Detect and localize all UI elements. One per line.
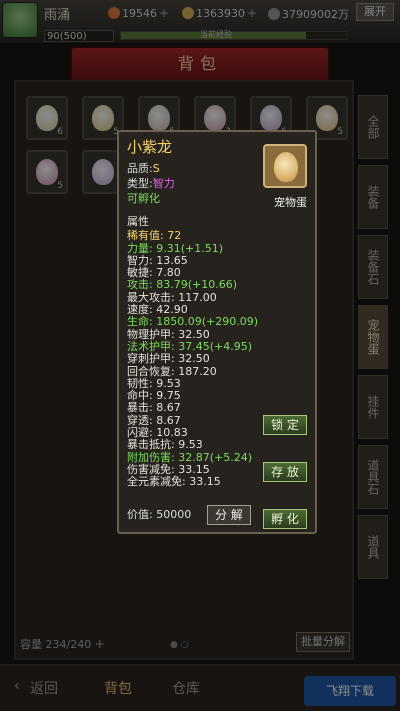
attr-row: 暴击抵抗: 9.53 — [127, 438, 203, 452]
attr-row: 暴击: 8.67 — [127, 401, 181, 415]
attr-header: 属性 — [127, 215, 149, 228]
quality-value: S — [152, 162, 160, 175]
pet-type-label: 宠物蛋 — [274, 196, 307, 209]
store-button[interactable]: 存 放 — [263, 462, 307, 482]
attr-row: 稀有值: 72 — [127, 229, 182, 243]
price-value: 50000 — [156, 508, 192, 521]
type-label: 类型: — [127, 177, 153, 190]
quality-label: 品质: — [127, 162, 153, 175]
attr-row: 回合恢复: 187.20 — [127, 364, 217, 378]
lock-button[interactable]: 锁 定 — [263, 415, 307, 435]
attribute-list: 属性 稀有值: 72 力量: 9.31(+1.51) 智力: 13.65 敏捷: 7.… — [127, 215, 307, 489]
hatch-button[interactable]: 孵 化 — [263, 509, 307, 529]
price-label: 价值: — [127, 508, 153, 521]
attr-row: 生命: 1850.09(+290.09) — [127, 315, 258, 329]
attr-row: 攻击: 83.79(+10.66) — [127, 278, 237, 292]
attr-row: 穿刺护甲: 32.50 — [127, 352, 210, 366]
price: 价值: 50000 — [127, 506, 191, 522]
type-value: 智力 — [152, 177, 175, 190]
split-button[interactable]: 分 解 — [207, 505, 251, 525]
item-detail-popup: 小紫龙 品质:S 类型:智力 可孵化 宠物蛋 属性 稀有值: 72 力量: 9.3… — [117, 130, 317, 534]
pet-egg-portrait — [263, 144, 307, 188]
pet-egg-icon — [274, 152, 298, 182]
